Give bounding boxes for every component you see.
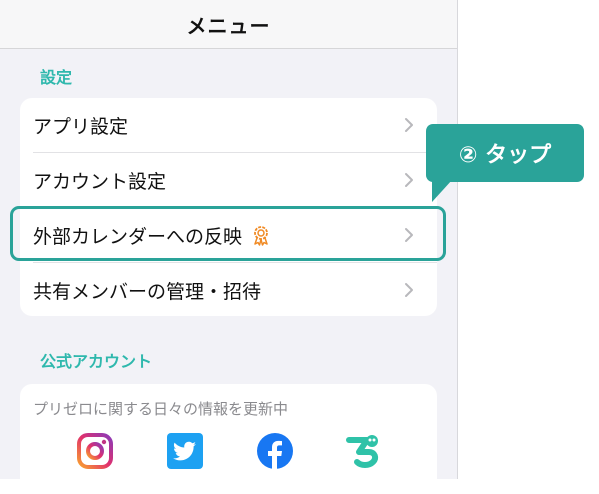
facebook-icon[interactable] xyxy=(256,432,294,470)
tap-callout: ② タップ xyxy=(426,124,584,182)
menu-item-shared-members[interactable]: 共有メンバーの管理・招待 xyxy=(20,263,437,317)
menu-item-app-settings[interactable]: アプリ設定 xyxy=(20,98,437,152)
menu-item-account-settings[interactable]: アカウント設定 xyxy=(20,153,437,207)
highlight-frame xyxy=(10,206,446,261)
callout-pointer xyxy=(432,180,452,202)
app-character-icon[interactable] xyxy=(345,432,383,470)
chevron-right-icon xyxy=(405,283,413,297)
chevron-right-icon xyxy=(405,173,413,187)
menu-item-label: アプリ設定 xyxy=(33,115,129,138)
official-accounts-description: プリゼロに関する日々の情報を更新中 xyxy=(33,400,289,418)
twitter-icon[interactable] xyxy=(166,432,204,470)
official-accounts-section-label: 公式アカウント xyxy=(40,352,153,371)
navigation-bar: メニュー xyxy=(0,0,457,49)
menu-item-label: 共有メンバーの管理・招待 xyxy=(33,280,262,303)
social-icons-row xyxy=(0,432,457,479)
settings-section-label: 設定 xyxy=(40,68,73,87)
instagram-icon[interactable] xyxy=(76,432,114,470)
page-title: メニュー xyxy=(186,13,271,38)
menu-item-label: アカウント設定 xyxy=(33,170,167,193)
callout-text: ② タップ xyxy=(458,143,552,168)
chevron-right-icon xyxy=(405,118,413,132)
